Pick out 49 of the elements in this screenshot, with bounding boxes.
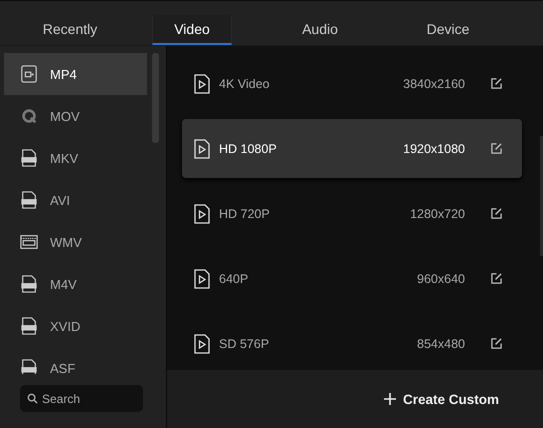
edit-icon[interactable] [491, 338, 502, 349]
format-item[interactable]: ASF [4, 347, 147, 374]
resolution-text: 3840x2160 [403, 76, 465, 90]
video-file-icon [194, 204, 210, 224]
tab[interactable]: Video [152, 15, 232, 45]
edit-icon[interactable] [491, 78, 502, 89]
file-icon [20, 65, 38, 83]
format-item[interactable]: AVI [4, 179, 147, 221]
resolution-text: 960x640 [417, 272, 465, 286]
preset-name: 4K Video [219, 76, 271, 90]
preset-name: SD 576P [219, 336, 270, 350]
format-item[interactable]: MKV [4, 137, 147, 179]
preset-row[interactable]: HD 720P 1280x720 [182, 184, 522, 243]
preset-row[interactable]: HD 1080P 1920x1080 [182, 119, 522, 178]
file-icon [20, 149, 38, 167]
resolution-text: 854x480 [417, 336, 465, 350]
video-file-icon [194, 334, 210, 354]
tab[interactable]: Recently [30, 15, 110, 45]
preset-row[interactable]: 4K Video 3840x2160 [182, 54, 522, 113]
format-item[interactable]: WMV [4, 221, 147, 263]
format-item[interactable]: M4V [4, 263, 147, 305]
preset-name: 640P [219, 272, 250, 286]
file-icon [20, 359, 38, 374]
scrollbar-thumb[interactable] [152, 53, 159, 143]
file-icon [20, 317, 38, 335]
create-custom-button[interactable]: Create Custom [380, 388, 503, 410]
resolution-text: 1280x720 [410, 206, 465, 220]
video-file-icon [194, 74, 210, 94]
edit-icon[interactable] [491, 143, 502, 154]
search-field[interactable]: Search [20, 385, 143, 412]
tab[interactable]: Device [408, 15, 488, 45]
film-icon [20, 233, 38, 251]
video-file-icon [194, 268, 210, 288]
resolution-text: 1920x1080 [403, 142, 465, 156]
preset-name: HD 720P [219, 206, 271, 220]
file-icon [20, 275, 38, 293]
edit-icon[interactable] [491, 273, 502, 284]
plus-icon [384, 393, 396, 405]
magnifier-icon [20, 107, 38, 125]
preset-name: HD 1080P [219, 142, 278, 156]
preset-row[interactable]: 640P 960x640 [182, 249, 522, 308]
format-item[interactable]: XVID [4, 305, 147, 347]
edit-icon[interactable] [491, 208, 502, 219]
format-item[interactable]: MOV [4, 95, 147, 137]
tab[interactable]: Audio [280, 15, 360, 45]
format-item[interactable]: MP4 [4, 53, 147, 95]
file-icon [20, 191, 38, 209]
preset-row[interactable]: SD 576P 854x480 [182, 314, 522, 370]
video-file-icon [194, 138, 210, 158]
